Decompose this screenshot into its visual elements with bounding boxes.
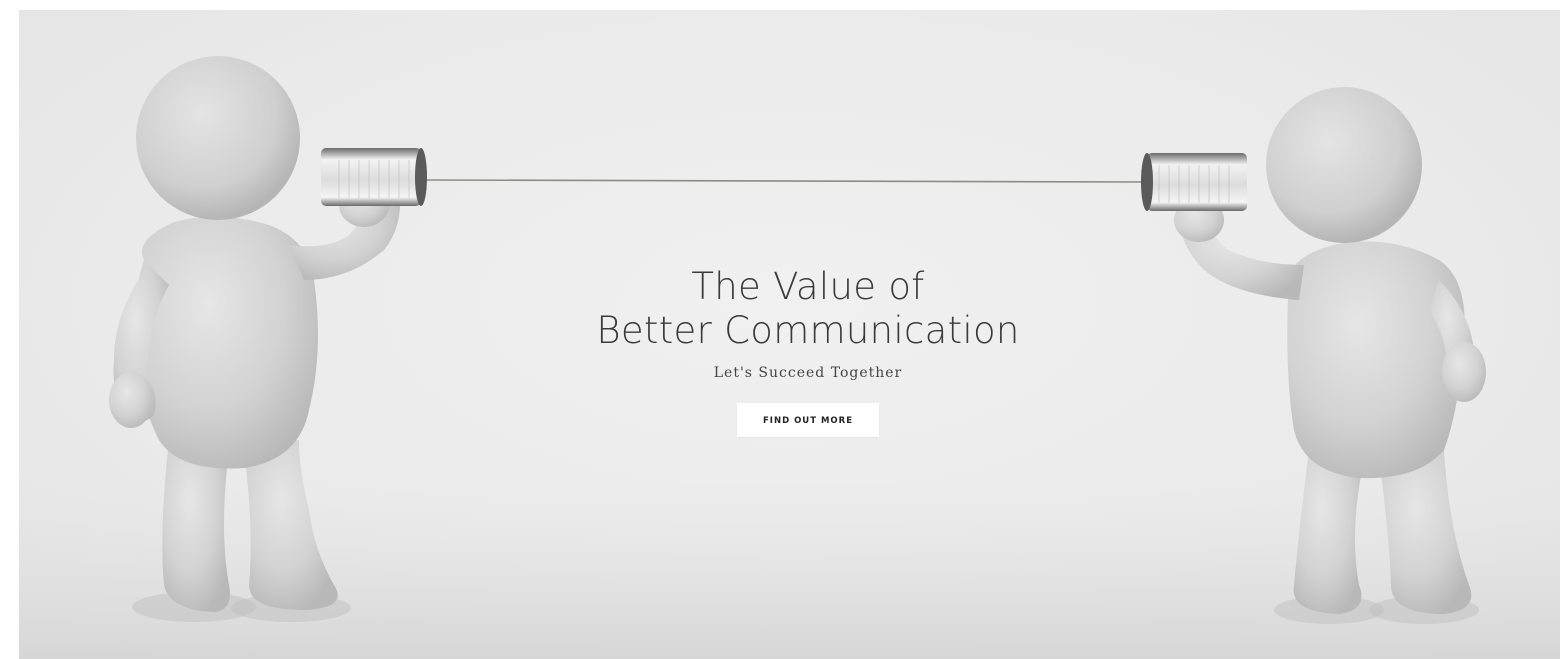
right-tin-can — [1141, 153, 1247, 211]
hero-subtitle: Let's Succeed Together — [713, 365, 903, 381]
hero-content: The Value of Better Communication Let's … — [19, 265, 1560, 437]
hero-title-line-2: Better Communication — [596, 309, 1020, 352]
string-line — [422, 179, 1148, 183]
hero-title-line-1: The Value of — [691, 265, 925, 308]
find-out-more-button[interactable]: FIND OUT MORE — [737, 403, 879, 437]
hero-title: The Value of Better Communication — [19, 265, 1560, 353]
left-tin-can — [321, 148, 427, 206]
hero-banner: The Value of Better Communication Let's … — [19, 10, 1560, 659]
